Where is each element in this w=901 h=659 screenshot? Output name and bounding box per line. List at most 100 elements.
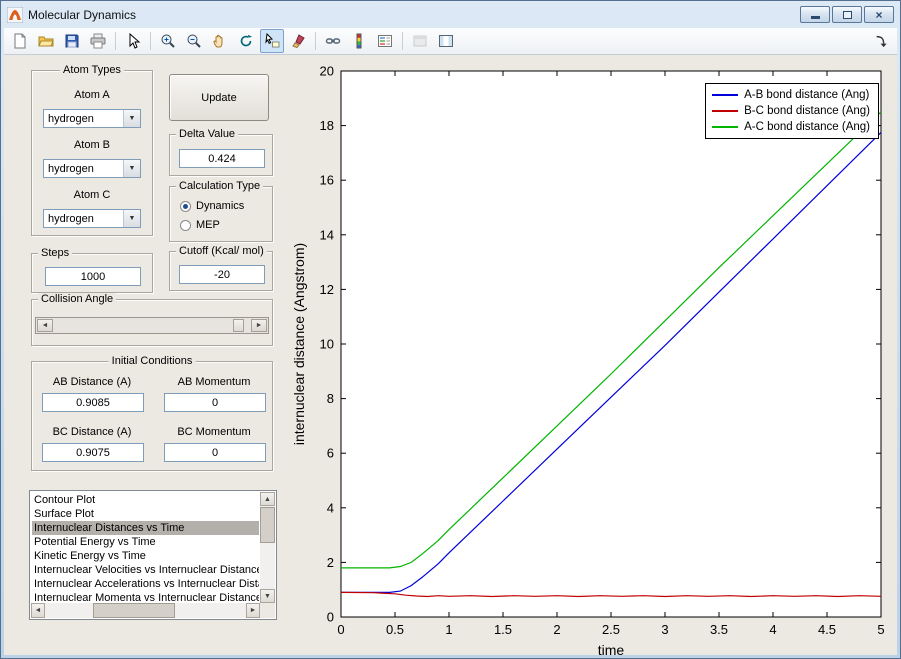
toolbar-separator bbox=[150, 32, 151, 50]
legend-entry: B-C bond distance (Ang) bbox=[712, 103, 870, 119]
plot-legend[interactable]: A-B bond distance (Ang) B-C bond distance… bbox=[705, 83, 879, 139]
x-tick-label: 4 bbox=[769, 622, 776, 637]
restore-button[interactable] bbox=[832, 6, 862, 23]
calculation-type-panel: Calculation Type Dynamics MEP bbox=[169, 180, 273, 242]
close-icon: × bbox=[875, 7, 883, 22]
y-axis-label: internuclear distance (Angstrom) bbox=[291, 243, 307, 445]
list-item[interactable]: Internuclear Velocities vs Internuclear … bbox=[32, 563, 259, 577]
ab-distance-field[interactable] bbox=[42, 393, 144, 412]
scroll-right-icon[interactable] bbox=[246, 603, 260, 618]
pan-icon[interactable] bbox=[208, 29, 232, 53]
update-button[interactable]: Update bbox=[169, 74, 269, 121]
delta-value-panel: Delta Value bbox=[169, 128, 273, 176]
delta-value-title: Delta Value bbox=[176, 128, 239, 140]
horizontal-scrollbar[interactable] bbox=[31, 603, 260, 618]
y-tick-label: 18 bbox=[320, 118, 334, 133]
calculation-type-title: Calculation Type bbox=[176, 180, 264, 192]
collision-angle-slider[interactable] bbox=[35, 317, 269, 334]
x-tick-label: 3.5 bbox=[710, 622, 728, 637]
restore-icon bbox=[842, 10, 852, 19]
x-axis-label: time bbox=[598, 642, 625, 655]
steps-title: Steps bbox=[38, 247, 73, 259]
scroll-up-icon[interactable] bbox=[260, 492, 275, 506]
open-file-icon[interactable] bbox=[34, 29, 58, 53]
list-item[interactable]: Internuclear Momenta vs Internuclear Dis… bbox=[32, 591, 259, 602]
legend-entry: A-B bond distance (Ang) bbox=[712, 87, 870, 103]
scroll-down-icon[interactable] bbox=[260, 589, 275, 603]
list-item[interactable]: Kinetic Energy vs Time bbox=[32, 549, 259, 563]
insert-colorbar-icon[interactable] bbox=[347, 29, 371, 53]
vertical-scrollbar[interactable] bbox=[260, 492, 275, 603]
ab-momentum-field[interactable] bbox=[164, 393, 266, 412]
radio-mep-icon[interactable] bbox=[180, 219, 191, 231]
bc-momentum-label: BC Momentum bbox=[177, 426, 251, 438]
bc-distance-field[interactable] bbox=[42, 443, 144, 462]
legend-label: A-C bond distance (Ang) bbox=[744, 121, 870, 133]
y-tick-label: 8 bbox=[327, 391, 334, 406]
radio-mep-label: MEP bbox=[196, 219, 220, 231]
steps-field[interactable] bbox=[45, 267, 141, 286]
list-item[interactable]: Contour Plot bbox=[32, 493, 259, 507]
plot-area[interactable]: 0 0.5 1 1.5 2 2.5 3 3.5 4 4.5 5 0 2 4 6 8 10 12 14 16 18 20 ti… bbox=[291, 57, 897, 659]
radio-dynamics[interactable]: Dynamics bbox=[180, 200, 244, 212]
chevron-down-icon[interactable] bbox=[123, 210, 140, 227]
dock-figure-icon[interactable] bbox=[869, 29, 893, 53]
list-item[interactable]: Surface Plot bbox=[32, 507, 259, 521]
vertical-scroll-thumb[interactable] bbox=[260, 507, 275, 543]
plot-type-listbox[interactable]: Contour Plot Surface Plot Internuclear Dis… bbox=[29, 490, 277, 620]
atom-b-label: Atom B bbox=[73, 139, 111, 151]
y-tick-label: 4 bbox=[327, 500, 334, 515]
brush-icon[interactable] bbox=[286, 29, 310, 53]
save-icon[interactable] bbox=[60, 29, 84, 53]
toolbar-separator bbox=[115, 32, 116, 50]
horizontal-scroll-thumb[interactable] bbox=[93, 603, 175, 618]
slider-left-arrow-icon[interactable] bbox=[37, 319, 53, 332]
title-bar[interactable]: Molecular Dynamics × bbox=[1, 1, 900, 28]
atom-a-dropdown[interactable]: hydrogen bbox=[43, 109, 141, 128]
y-tick-label: 12 bbox=[320, 282, 334, 297]
show-plot-tools-icon[interactable] bbox=[434, 29, 458, 53]
delta-value-field[interactable] bbox=[179, 149, 265, 168]
toolbar-separator bbox=[315, 32, 316, 50]
matlab-app-icon bbox=[7, 6, 23, 23]
y-tick-label: 14 bbox=[320, 227, 334, 242]
list-item[interactable]: Potential Energy vs Time bbox=[32, 535, 259, 549]
zoom-out-icon[interactable] bbox=[182, 29, 206, 53]
list-item[interactable]: Internuclear Distances vs Time bbox=[32, 521, 259, 535]
chevron-down-icon[interactable] bbox=[123, 110, 140, 127]
edit-plot-icon[interactable] bbox=[121, 29, 145, 53]
x-tick-label: 5 bbox=[877, 622, 884, 637]
axes[interactable]: 0 0.5 1 1.5 2 2.5 3 3.5 4 4.5 5 0 2 4 6 8 10 12 14 16 18 20 ti… bbox=[291, 57, 897, 659]
scroll-left-icon[interactable] bbox=[31, 603, 45, 618]
y-tick-label: 10 bbox=[320, 337, 334, 352]
print-icon[interactable] bbox=[86, 29, 110, 53]
close-button[interactable]: × bbox=[864, 6, 894, 23]
link-plot-icon[interactable] bbox=[321, 29, 345, 53]
slider-right-arrow-icon[interactable] bbox=[251, 319, 267, 332]
atom-c-label: Atom C bbox=[73, 189, 111, 201]
atom-c-dropdown[interactable]: hydrogen bbox=[43, 209, 141, 228]
hide-plot-tools-icon[interactable] bbox=[408, 29, 432, 53]
new-file-icon[interactable] bbox=[8, 29, 32, 53]
x-tick-label: 4.5 bbox=[818, 622, 836, 637]
rotate-3d-icon[interactable] bbox=[234, 29, 258, 53]
x-tick-label: 3 bbox=[661, 622, 668, 637]
ab-momentum-label: AB Momentum bbox=[177, 376, 251, 388]
x-tick-label: 1 bbox=[445, 622, 452, 637]
data-cursor-icon[interactable] bbox=[260, 29, 284, 53]
chevron-down-icon[interactable] bbox=[123, 160, 140, 177]
radio-dynamics-label: Dynamics bbox=[196, 200, 245, 212]
collision-angle-panel: Collision Angle bbox=[31, 293, 273, 346]
radio-mep[interactable]: MEP bbox=[180, 219, 220, 231]
zoom-in-icon[interactable] bbox=[156, 29, 180, 53]
radio-dynamics-icon[interactable] bbox=[180, 200, 191, 212]
atom-b-dropdown[interactable]: hydrogen bbox=[43, 159, 141, 178]
cutoff-field[interactable] bbox=[179, 265, 265, 284]
x-tick-label: 0.5 bbox=[386, 622, 404, 637]
insert-legend-icon[interactable] bbox=[373, 29, 397, 53]
collision-angle-slider-thumb[interactable] bbox=[233, 319, 245, 332]
minimize-button[interactable] bbox=[800, 6, 830, 23]
initial-conditions-title: Initial Conditions bbox=[108, 355, 196, 367]
bc-momentum-field[interactable] bbox=[164, 443, 266, 462]
list-item[interactable]: Internuclear Accelerations vs Internucle… bbox=[32, 577, 259, 591]
